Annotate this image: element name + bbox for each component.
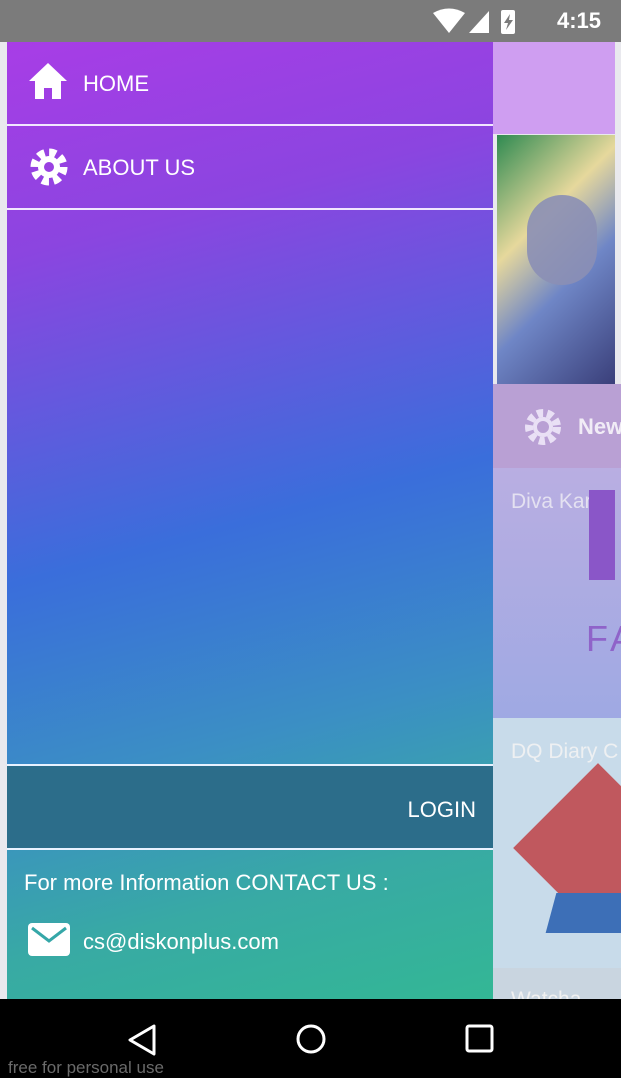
toolbar [493, 42, 615, 134]
contact-email-link[interactable]: cs@diskonplus.com [27, 922, 279, 962]
banner-image[interactable] [497, 135, 615, 384]
drawer-item-home[interactable]: HOME [7, 42, 493, 126]
event-card[interactable]: Diva Karao FA [493, 468, 621, 718]
battery-charging-icon [501, 10, 515, 34]
drawer-item-about-us[interactable]: ABOUT US [7, 126, 493, 210]
app-screen: New Diva Karao FA DQ Diary C Watcha HOME [0, 42, 621, 999]
news-label: New [578, 414, 621, 439]
drawer-item-label: ABOUT US [83, 155, 196, 180]
status-time: 4:15 [556, 8, 601, 33]
wifi-icon [433, 8, 465, 33]
watermark: free for personal use [8, 1058, 164, 1077]
gear-icon [518, 402, 568, 457]
event-card-logo [589, 490, 615, 580]
event-card-title: DQ Diary C [511, 740, 619, 763]
news-section-header: New [493, 384, 621, 468]
login-label: LOGIN [407, 797, 476, 822]
drawer-item-label: HOME [83, 71, 149, 96]
event-card-title: Watcha [511, 988, 581, 999]
status-icons [429, 7, 539, 42]
home-icon [27, 61, 69, 106]
event-card-logo-text: FA [586, 618, 621, 659]
contact-title: For more Information CONTACT US : [24, 870, 389, 895]
mail-icon [27, 923, 71, 962]
gear-icon [27, 145, 71, 194]
cell-signal-icon [469, 11, 489, 33]
login-button[interactable]: LOGIN [7, 764, 493, 850]
event-card[interactable]: Watcha [493, 968, 621, 999]
event-card[interactable]: DQ Diary C [493, 718, 621, 968]
status-bar: 4:15 [0, 0, 621, 42]
navigation-drawer: HOME ABOUT US LOGIN For more Information… [7, 42, 493, 999]
back-icon[interactable] [127, 1023, 157, 1062]
home-circle-icon[interactable] [295, 1023, 327, 1060]
contact-email: cs@diskonplus.com [83, 929, 279, 954]
recents-icon[interactable] [465, 1024, 495, 1059]
event-card-image-shape [545, 893, 621, 933]
